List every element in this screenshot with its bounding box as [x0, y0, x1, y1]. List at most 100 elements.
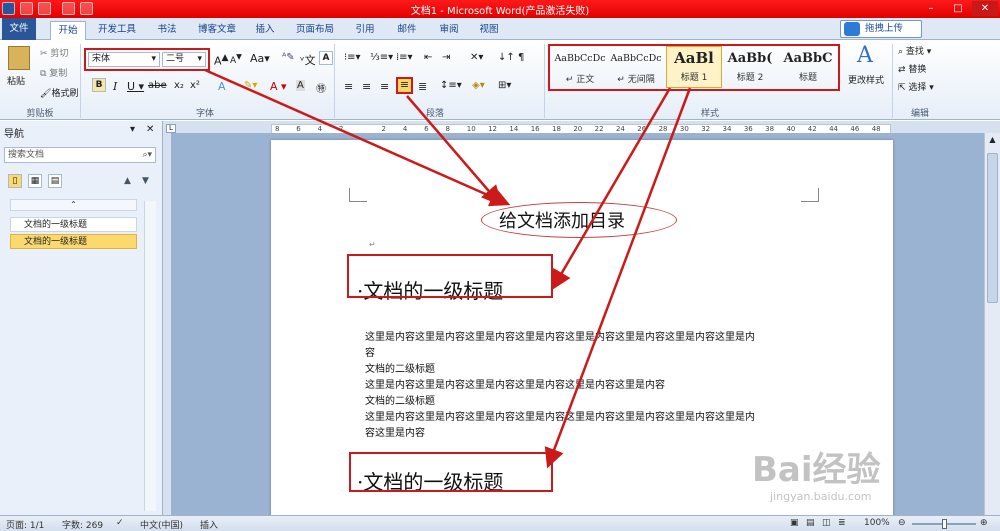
tab-developer[interactable]: 开发工具 — [94, 21, 140, 40]
status-language[interactable]: 中文(中国) — [140, 518, 183, 531]
find-button[interactable]: ⌕ 查找 ▾ — [898, 44, 931, 57]
status-insert-mode[interactable]: 插入 — [200, 518, 218, 531]
shrink-font-icon[interactable]: A▼ — [230, 52, 242, 66]
increase-indent-icon[interactable]: ⇥ — [442, 52, 450, 63]
ruler-tick: 20 — [573, 125, 583, 133]
nav-close-icon[interactable]: ✕ — [146, 124, 154, 135]
line-spacing-icon[interactable]: ↕≡▾ — [440, 80, 462, 91]
font-color-icon[interactable]: A ▾ — [270, 80, 287, 93]
view-reading-icon[interactable]: ▤ — [806, 518, 815, 528]
paste-button[interactable]: 粘贴 — [7, 74, 25, 87]
justify-icon[interactable]: ≡ — [396, 77, 413, 94]
tab-page-layout[interactable]: 页面布局 — [292, 21, 338, 40]
ruler-tick: 38 — [765, 125, 775, 133]
proofing-icon[interactable]: ✓ — [116, 518, 124, 528]
minimize-icon[interactable]: – — [918, 1, 944, 16]
paragraph-mark: ↵ — [369, 240, 376, 249]
subscript-icon[interactable]: x₂ — [174, 80, 184, 91]
clear-format-icon[interactable]: ᴬ✎ — [282, 52, 295, 63]
scroll-thumb[interactable] — [987, 153, 998, 303]
underline-icon[interactable]: U ▾ — [127, 80, 144, 93]
nav-down-icon[interactable]: ▼ — [142, 176, 149, 186]
vertical-scrollbar[interactable]: ▲ — [984, 133, 1000, 515]
change-styles-icon[interactable]: A — [857, 45, 879, 67]
ruler-tick: 46 — [850, 125, 860, 133]
format-painter-button[interactable]: 🖌格式刷 — [40, 86, 78, 99]
nav-collapse-icon[interactable]: ⌃ — [10, 199, 137, 211]
show-marks-icon[interactable]: ¶ — [518, 52, 524, 63]
sort-icon[interactable]: ↓↑ — [498, 52, 515, 63]
replace-button[interactable]: ⇄ 替换 — [898, 62, 926, 75]
paste-icon[interactable] — [8, 46, 30, 70]
align-right-icon[interactable]: ≡ — [380, 80, 389, 93]
body-paragraph: 容这里是内容 — [365, 428, 425, 439]
tab-selector-icon[interactable]: L — [166, 124, 176, 133]
align-center-icon[interactable]: ≡ — [362, 80, 371, 93]
scroll-up-icon[interactable]: ▲ — [987, 135, 998, 147]
highlight-box-styles — [548, 44, 840, 91]
nav-up-icon[interactable]: ▲ — [124, 176, 131, 186]
tab-view[interactable]: 视图 — [474, 21, 504, 40]
text-effects-icon[interactable]: A — [218, 80, 226, 93]
tab-mailings[interactable]: 邮件 — [392, 21, 422, 40]
pages-view-icon[interactable]: ▦ — [28, 174, 42, 188]
view-outline-icon[interactable]: ≣ — [838, 518, 846, 528]
tab-home[interactable]: 开始 — [50, 21, 86, 40]
nav-options-icon[interactable]: ▾ — [130, 124, 135, 135]
enclose-char-icon[interactable]: ㊕ — [316, 80, 326, 95]
status-page[interactable]: 页面: 1/1 — [6, 518, 44, 531]
align-left-icon[interactable]: ≡ — [344, 80, 353, 93]
bullets-icon[interactable]: ⁝≡▾ — [344, 52, 361, 63]
numbering-icon[interactable]: ⅓≡▾ — [370, 52, 393, 63]
nav-heading-item[interactable]: 文档的一级标题 — [10, 217, 137, 232]
tab-calligraphy[interactable]: 书法 — [150, 21, 184, 40]
cut-button[interactable]: ✂ 剪切 — [40, 46, 68, 59]
decrease-indent-icon[interactable]: ⇤ — [424, 52, 432, 63]
change-styles-button[interactable]: 更改样式 — [848, 73, 884, 86]
italic-icon[interactable]: I — [113, 80, 117, 93]
tab-file[interactable]: 文件 — [2, 18, 36, 40]
divider — [892, 44, 893, 118]
close-icon[interactable]: ✕ — [972, 1, 998, 16]
zoom-level[interactable]: 100% — [864, 518, 890, 528]
grow-font-icon[interactable]: A▲ — [214, 52, 229, 68]
zoom-slider-thumb[interactable] — [942, 519, 947, 529]
view-print-layout-icon[interactable]: ▣ — [790, 518, 799, 528]
zoom-in-icon[interactable]: ⊕ — [980, 518, 988, 528]
copy-button[interactable]: ⧉ 复制 — [40, 66, 67, 79]
title-bar: 文档1 - Microsoft Word(产品激活失败) – □ ✕ — [0, 0, 1000, 18]
highlight-color-icon[interactable]: ✎▾ — [244, 80, 257, 91]
bold-icon[interactable]: B — [92, 78, 106, 92]
strikethrough-icon[interactable]: abe — [148, 80, 167, 91]
nav-scrollbar[interactable] — [144, 201, 156, 511]
tab-blog[interactable]: 博客文章 — [194, 21, 240, 40]
ruler-tick: 28 — [658, 125, 668, 133]
status-word-count[interactable]: 字数: 269 — [62, 518, 103, 531]
maximize-icon[interactable]: □ — [945, 1, 971, 16]
change-case-icon[interactable]: Aa▾ — [250, 52, 270, 65]
borders-icon[interactable]: ⊞▾ — [498, 80, 511, 91]
char-shading-icon[interactable]: A — [296, 80, 305, 91]
tab-insert[interactable]: 插入 — [250, 21, 280, 40]
view-web-icon[interactable]: ◫ — [822, 518, 831, 528]
shading-icon[interactable]: ◈▾ — [472, 80, 485, 91]
select-button[interactable]: ⇱ 选择 ▾ — [898, 80, 934, 93]
zoom-out-icon[interactable]: ⊖ — [898, 518, 906, 528]
phonetic-icon[interactable]: ᵛ文 — [300, 52, 316, 68]
superscript-icon[interactable]: x² — [190, 80, 200, 91]
upload-button[interactable]: 拖拽上传 — [840, 20, 922, 38]
ruler-tick: 36 — [743, 125, 753, 133]
ruler-tick: 6 — [296, 125, 301, 133]
tab-review[interactable]: 审阅 — [434, 21, 464, 40]
char-border-icon[interactable]: A — [319, 51, 333, 65]
nav-heading-item-selected[interactable]: 文档的一级标题 — [10, 234, 137, 249]
headings-view-icon[interactable]: ▯ — [8, 174, 22, 188]
chinese-layout-icon[interactable]: ✕▾ — [470, 52, 483, 63]
results-view-icon[interactable]: ▤ — [48, 174, 62, 188]
ruler-tick: 4 — [317, 125, 323, 133]
ruler-tick: 10 — [466, 125, 476, 133]
tab-references[interactable]: 引用 — [350, 21, 380, 40]
nav-search-input[interactable]: 搜索文档 ⌕▾ — [4, 147, 156, 163]
distributed-icon[interactable]: ≣ — [418, 80, 427, 93]
multilevel-list-icon[interactable]: ⁞≡▾ — [396, 52, 413, 63]
